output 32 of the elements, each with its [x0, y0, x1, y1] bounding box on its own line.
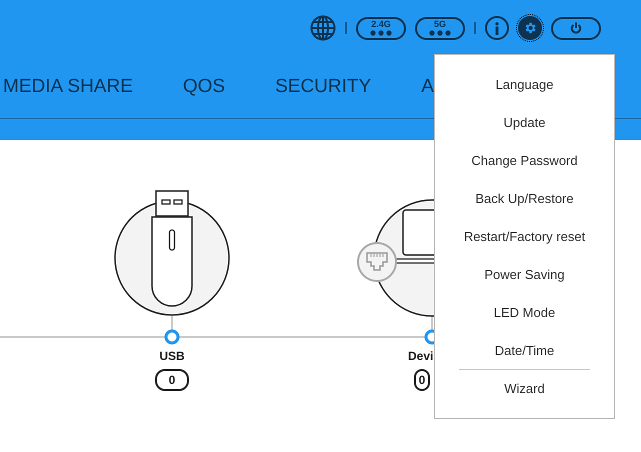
info-button[interactable] — [485, 16, 509, 40]
node-label: Devi — [408, 349, 434, 363]
menu-item[interactable]: Change Password — [435, 141, 614, 179]
power-button[interactable] — [551, 16, 601, 40]
dots-icon — [429, 30, 451, 36]
menu-item[interactable]: Language — [435, 65, 614, 103]
menu-item[interactable]: Wizard — [435, 369, 614, 407]
wifi-5g-button[interactable]: 5G — [415, 16, 465, 40]
ethernet-port-icon — [357, 242, 397, 282]
node-count: 0 — [155, 369, 189, 391]
connector-line — [171, 316, 173, 331]
menu-item[interactable]: Restart/Factory reset — [435, 217, 614, 255]
gear-icon — [523, 21, 537, 35]
connector-line — [431, 316, 433, 331]
menu-item[interactable]: Power Saving — [435, 255, 614, 293]
nav-tab[interactable]: SECURITY — [275, 76, 372, 98]
menu-item[interactable]: Back Up/Restore — [435, 179, 614, 217]
info-icon — [494, 22, 500, 34]
globe-icon[interactable] — [310, 15, 336, 41]
nav-tab[interactable]: MEDIA SHARE — [3, 76, 133, 98]
node-count: 0 — [414, 369, 430, 391]
menu-item[interactable]: Date/Time — [435, 331, 614, 369]
dots-icon — [370, 30, 392, 36]
nav-tab[interactable]: A — [421, 76, 434, 98]
power-icon — [570, 22, 582, 34]
settings-button[interactable] — [518, 16, 542, 40]
wifi-24g-button[interactable]: 2.4G — [356, 16, 406, 40]
node-label: USB — [159, 349, 185, 363]
nav-tab[interactable]: QOS — [182, 76, 226, 98]
menu-item[interactable]: LED Mode — [435, 293, 614, 331]
node-dot — [164, 330, 180, 344]
menu-item[interactable]: Update — [435, 103, 614, 141]
